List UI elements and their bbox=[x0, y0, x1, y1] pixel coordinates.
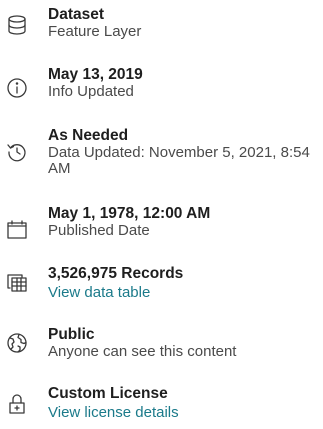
meta-text: May 13, 2019 Info Updated bbox=[48, 65, 319, 100]
meta-text: Custom License View license details bbox=[48, 384, 319, 422]
info-icon bbox=[3, 74, 31, 102]
published-date: May 1, 1978, 12:00 AM bbox=[48, 205, 211, 222]
item-type-title: Dataset bbox=[48, 6, 104, 23]
database-icon bbox=[3, 11, 31, 39]
item-details-list: Dataset Feature Layer May 13, 2019 Info … bbox=[0, 0, 323, 429]
table-icon bbox=[3, 269, 31, 297]
item-type-subtitle: Feature Layer bbox=[48, 23, 142, 40]
globe-icon bbox=[3, 329, 31, 357]
meta-text: 3,526,975 Records View data table bbox=[48, 264, 319, 302]
view-data-table-link[interactable]: View data table bbox=[48, 283, 319, 302]
info-updated-label: Info Updated bbox=[48, 83, 134, 100]
history-icon bbox=[3, 138, 31, 166]
meta-text: As Needed Data Updated: November 5, 2021… bbox=[48, 126, 319, 177]
meta-text: May 1, 1978, 12:00 AM Published Date bbox=[48, 204, 319, 239]
info-updated-date: May 13, 2019 bbox=[48, 66, 143, 83]
meta-text: Dataset Feature Layer bbox=[48, 5, 319, 40]
view-license-details-link[interactable]: View license details bbox=[48, 403, 319, 422]
published-date-label: Published Date bbox=[48, 222, 150, 239]
calendar-icon bbox=[3, 216, 31, 244]
license-title: Custom License bbox=[48, 385, 168, 402]
access-level: Public bbox=[48, 326, 95, 343]
update-frequency: As Needed bbox=[48, 127, 129, 144]
license-icon bbox=[3, 390, 31, 418]
access-description: Anyone can see this content bbox=[48, 343, 237, 360]
meta-text: Public Anyone can see this content bbox=[48, 325, 319, 360]
data-updated-label: Data Updated: November 5, 2021, 8:54 AM bbox=[48, 144, 310, 177]
record-count: 3,526,975 Records bbox=[48, 265, 184, 282]
